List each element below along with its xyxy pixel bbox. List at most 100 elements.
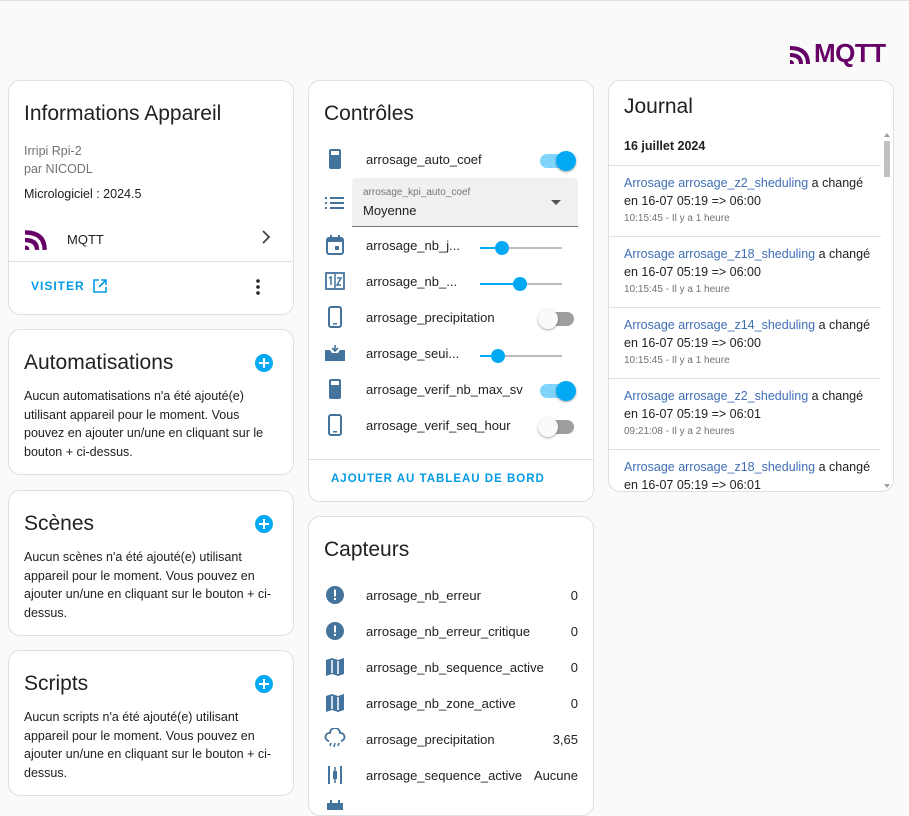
- slider-handle[interactable]: [491, 349, 506, 363]
- visit-button[interactable]: VISITER: [31, 279, 107, 293]
- automations-card: Automatisations Aucun automatisations n'…: [8, 329, 294, 475]
- map-icon: [326, 694, 344, 712]
- scroll-up-arrow-icon[interactable]: [884, 133, 890, 137]
- scripts-description: Aucun scripts n'a été ajouté(e) utilisan…: [24, 710, 272, 780]
- logbook-entity-link[interactable]: Arrosage arrosage_z18_sheduling: [624, 460, 815, 474]
- control-toggle[interactable]: [540, 381, 576, 401]
- map-icon: [326, 658, 344, 676]
- scrollbar-thumb[interactable]: [884, 141, 890, 177]
- sensors-title: Capteurs: [324, 538, 410, 561]
- control-row: arrosage_seui...: [309, 336, 593, 372]
- alert-circle-icon: [326, 622, 344, 640]
- logbook-entity-link[interactable]: Arrosage arrosage_z14_sheduling: [624, 318, 815, 332]
- device-firmware: Micrologiciel : 2024.5: [24, 187, 142, 201]
- more-vert-icon[interactable]: [255, 278, 261, 296]
- sensor-row[interactable]: arrosage_nb_erreur_critique 0: [309, 614, 593, 650]
- slider-handle[interactable]: [513, 277, 528, 291]
- sensor-row[interactable]: arrosage_precipitation 3,65: [309, 722, 593, 758]
- scenes-title: Scènes: [24, 512, 95, 535]
- slider-handle[interactable]: [495, 241, 510, 255]
- control-name: arrosage_precipitation: [366, 310, 495, 325]
- tune-vertical-icon: [328, 766, 342, 784]
- logbook-time: 10:15:45 - Il y a 1 heure: [624, 284, 730, 295]
- logbook-change: en 16-07 05:19 => 06:01: [624, 478, 761, 492]
- controls-card: Contrôles arrosage_auto_coef arrosage_kp…: [308, 80, 594, 502]
- select-value: Moyenne: [363, 203, 417, 218]
- add-scene-icon[interactable]: [255, 515, 273, 533]
- logbook-time: 09:21:08 - Il y a 2 heures: [624, 426, 735, 437]
- logbook-change: en 16-07 05:19 => 06:01: [624, 407, 761, 421]
- control-toggle[interactable]: [538, 417, 574, 437]
- logbook-scrollbar[interactable]: [883, 133, 891, 488]
- integration-label: MQTT: [67, 231, 104, 247]
- scripts-title: Scripts: [24, 672, 89, 695]
- sensor-row[interactable]: arrosage_nb_zone_active 0: [309, 686, 593, 722]
- control-slider[interactable]: [480, 241, 562, 255]
- control-name: arrosage_nb_...: [366, 274, 458, 289]
- control-toggle[interactable]: [538, 309, 574, 329]
- tray-icon: [325, 345, 345, 361]
- logbook-change: en 16-07 05:19 => 06:00: [624, 336, 761, 350]
- sensor-name: arrosage_nb_erreur: [366, 588, 481, 603]
- logbook-entry: Arrosage arrosage_z18_sheduling a changé…: [609, 236, 881, 307]
- logbook-change: en 16-07 05:19 => 06:00: [624, 265, 761, 279]
- automations-title: Automatisations: [24, 351, 174, 374]
- control-name: arrosage_verif_seq_hour: [366, 418, 511, 433]
- weather-rainy-icon: [324, 728, 346, 748]
- cellphone-icon: [329, 149, 341, 169]
- logbook-time: 10:15:45 - Il y a 1 heure: [624, 355, 730, 366]
- sensor-value: Aucune: [533, 768, 578, 783]
- dropdown-arrow-icon: [551, 200, 561, 205]
- cellphone-icon: [328, 414, 342, 436]
- logbook-entry: Arrosage arrosage_z2_sheduling a changé …: [609, 165, 881, 236]
- logbook-change: en 16-07 05:19 => 06:00: [624, 194, 761, 208]
- visit-label: VISITER: [31, 279, 85, 293]
- scroll-down-arrow-icon[interactable]: [884, 484, 890, 488]
- control-slider[interactable]: [480, 277, 562, 291]
- alert-circle-icon: [326, 586, 344, 604]
- logbook-card: Journal 16 juillet 2024 Arrosage arrosag…: [608, 80, 894, 492]
- control-name: arrosage_verif_nb_max_sv: [366, 382, 523, 397]
- integration-mqtt-row[interactable]: MQTT: [9, 221, 293, 257]
- logbook-entity-link[interactable]: Arrosage arrosage_z2_sheduling: [624, 389, 808, 403]
- kpi-auto-coef-select[interactable]: arrosage_kpi_auto_coef Moyenne: [352, 178, 578, 227]
- logbook-entity-link[interactable]: Arrosage arrosage_z2_sheduling: [624, 176, 808, 190]
- mqtt-logo-icon: [790, 45, 810, 64]
- mqtt-logo-text: MQTT: [814, 38, 886, 68]
- calendar-icon: [326, 235, 344, 255]
- mqtt-logo: MQTT: [790, 38, 886, 69]
- sensor-row[interactable]: arrosage_nb_erreur 0: [309, 578, 593, 614]
- automations-description: Aucun automatisations n'a été ajouté(e) …: [24, 389, 264, 459]
- logbook-time: 10:15:45 - Il y a 1 heure: [624, 213, 730, 224]
- counter-icon: [325, 272, 345, 290]
- add-to-dashboard-button[interactable]: AJOUTER AU TABLEAU DE BORD: [331, 473, 545, 485]
- control-slider[interactable]: [480, 349, 562, 363]
- control-row: arrosage_auto_coef: [309, 142, 593, 178]
- sensor-row[interactable]: arrosage_nb_sequence_active 0: [309, 650, 593, 686]
- add-automation-icon[interactable]: [255, 354, 273, 372]
- control-toggle[interactable]: [540, 151, 576, 171]
- logbook-action: a changé: [818, 460, 871, 474]
- control-row: arrosage_precipitation: [309, 300, 593, 336]
- device-model: Irripi Rpi-2: [24, 144, 82, 158]
- sensor-row[interactable]: arrosage_sequence_active Aucune: [309, 758, 593, 794]
- device-info-card: Informations Appareil Irripi Rpi-2 par N…: [8, 80, 294, 315]
- sensor-value: 0: [570, 660, 578, 675]
- logbook-entity-link[interactable]: Arrosage arrosage_z18_sheduling: [624, 247, 815, 261]
- scenes-description: Aucun scènes n'a été ajouté(e) utilisant…: [24, 550, 272, 620]
- sensor-value: 0: [570, 696, 578, 711]
- device-info-title: Informations Appareil: [24, 102, 222, 125]
- card-divider: [9, 261, 293, 262]
- scripts-card: Scripts Aucun scripts n'a été ajouté(e) …: [8, 650, 294, 796]
- scenes-card: Scènes Aucun scènes n'a été ajouté(e) ut…: [8, 490, 294, 636]
- logbook-action: a changé: [818, 247, 871, 261]
- sensor-name: arrosage_sequence_active: [366, 768, 523, 783]
- sensor-name: arrosage_nb_erreur_critique: [366, 624, 531, 639]
- sensor-value: 0: [570, 624, 578, 639]
- control-name: arrosage_auto_coef: [366, 152, 482, 167]
- add-script-icon[interactable]: [255, 675, 273, 693]
- select-label: arrosage_kpi_auto_coef: [363, 187, 471, 198]
- sensor-name: arrosage_nb_zone_active: [366, 696, 516, 711]
- logbook-date: 16 juillet 2024: [624, 139, 706, 153]
- format-list-icon: [325, 197, 344, 209]
